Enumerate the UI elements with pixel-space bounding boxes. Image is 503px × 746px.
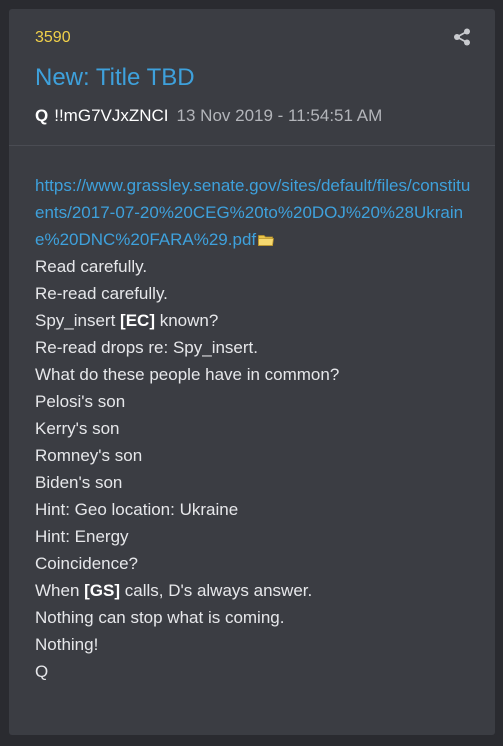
source-link-block: https://www.grassley.senate.gov/sites/de… [35, 172, 475, 253]
body-line: What do these people have in common? [35, 365, 340, 384]
body-line: Re-read carefully. [35, 284, 168, 303]
post-timestamp: 13 Nov 2019 - 11:54:51 AM [176, 106, 383, 125]
body-line: Romney's son [35, 446, 143, 465]
body-line: When [GS] calls, D's always answer. [35, 577, 475, 604]
body-line: Re-read drops re: Spy_insert. [35, 338, 258, 357]
body-text: Spy_insert [35, 311, 121, 330]
post-number: 3590 [35, 29, 71, 46]
body-line: Pelosi's son [35, 392, 126, 411]
ec-tag: [EC] [120, 311, 155, 330]
folder-icon[interactable] [258, 234, 275, 246]
signature: Q [35, 662, 49, 681]
post-title: New: Title TBD [35, 64, 195, 91]
body-line: Nothing can stop what is coming. [35, 608, 285, 627]
body-text: known? [155, 311, 219, 330]
author-name: Q [35, 106, 49, 125]
post-header: 3590 New: Title TBD Q !!mG7VJxZNCI 13 Nov … [9, 9, 495, 146]
body-line: Coincidence? [35, 554, 139, 573]
body-line: Spy_insert [EC] known? [35, 307, 475, 334]
body-line: Kerry's son [35, 419, 120, 438]
body-text: calls, D's always answer. [120, 581, 313, 600]
source-link[interactable]: https://www.grassley.senate.gov/sites/de… [35, 176, 470, 249]
body-line: Hint: Energy [35, 527, 129, 546]
body-line: Biden's son [35, 473, 123, 492]
body-line: Nothing! [35, 635, 99, 654]
body-line: Hint: Geo location: Ukraine [35, 500, 239, 519]
post-card: 3590 New: Title TBD Q !!mG7VJxZNCI 13 Nov … [9, 9, 495, 735]
share-icon[interactable] [453, 28, 471, 46]
post-body: https://www.grassley.senate.gov/sites/de… [35, 172, 475, 685]
body-text: When [35, 581, 85, 600]
author-tripcode: !!mG7VJxZNCI [54, 106, 169, 125]
post-meta: Q !!mG7VJxZNCI 13 Nov 2019 - 11:54:51 AM [35, 106, 382, 126]
body-line: Read carefully. [35, 257, 148, 276]
gs-tag: [GS] [84, 581, 121, 600]
